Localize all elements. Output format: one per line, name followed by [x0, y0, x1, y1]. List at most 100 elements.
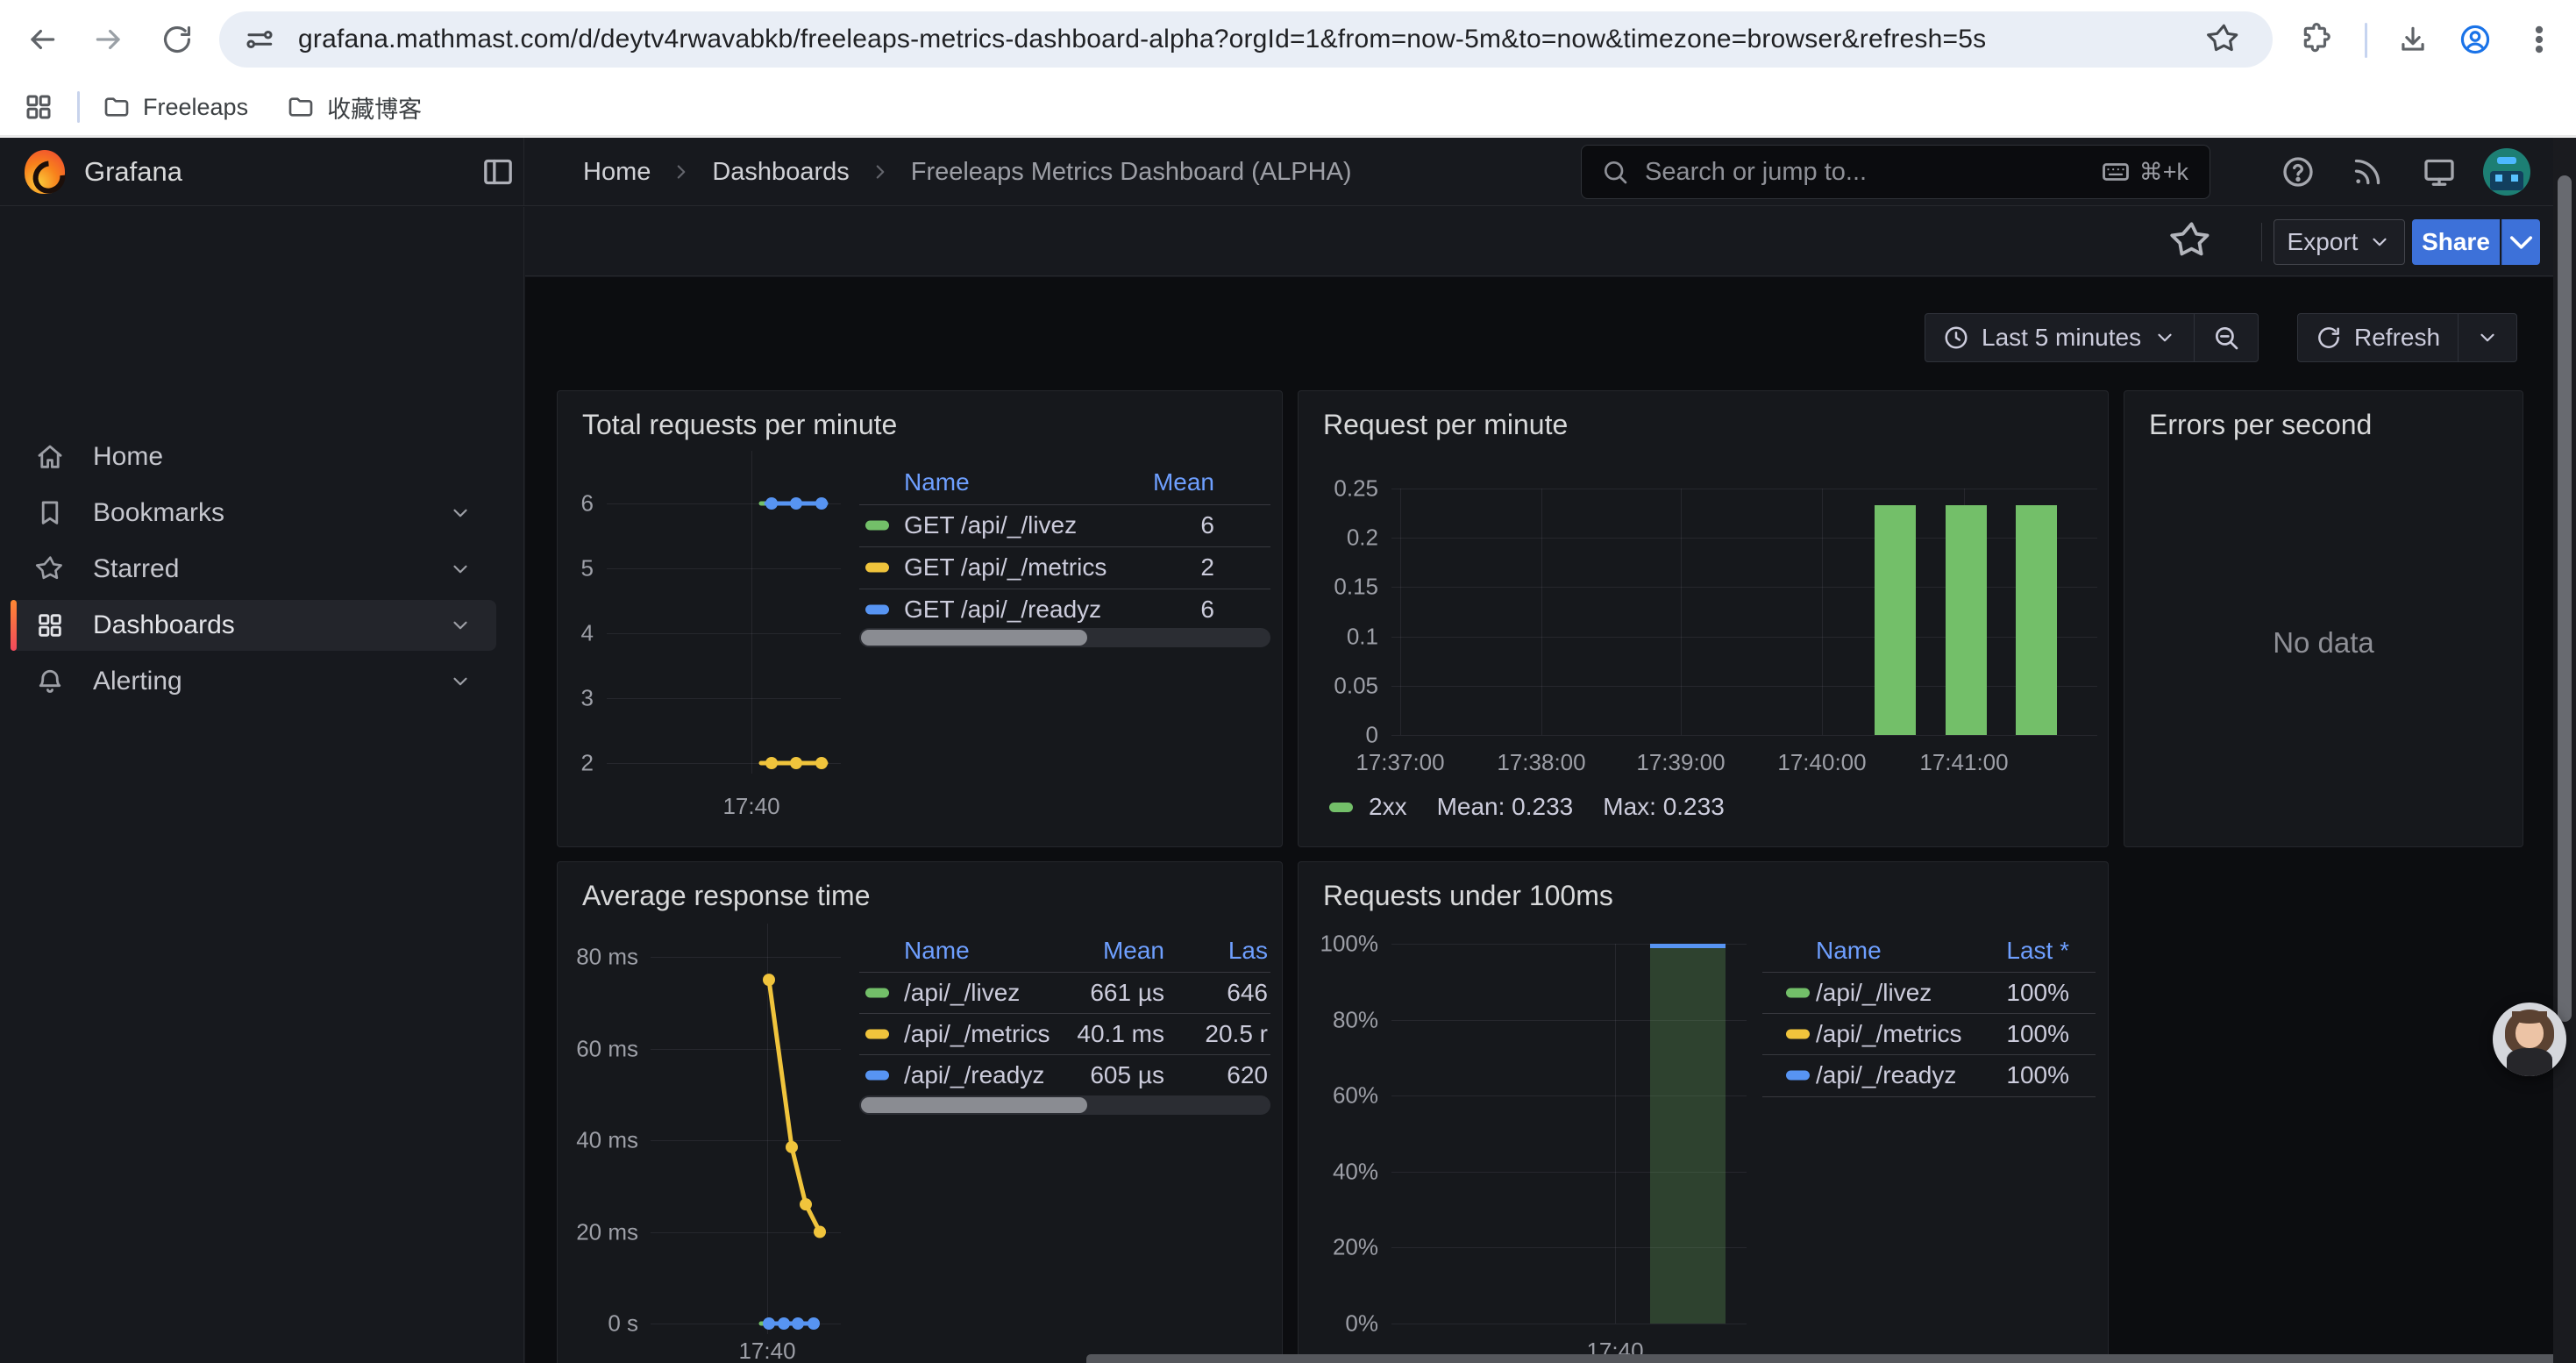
sidebar-item-alerting[interactable]: Alerting [11, 656, 496, 707]
panel-request-per-minute[interactable]: Request per minute 0.250.20.150.10.05017… [1298, 390, 2109, 847]
search-placeholder: Search or jump to... [1645, 158, 2101, 187]
legend-series-name[interactable]: GET /api/_/readyz [904, 596, 1101, 624]
refresh-button[interactable]: Refresh [2298, 314, 2458, 361]
legend-scrollbar[interactable] [859, 1095, 1270, 1115]
bar-2xx[interactable] [1875, 505, 1916, 735]
back-icon[interactable] [23, 20, 61, 59]
site-controls-icon[interactable] [244, 24, 275, 55]
sidebar-item-bookmarks[interactable]: Bookmarks [11, 488, 496, 539]
share-button[interactable]: Share [2412, 219, 2500, 265]
bookmark-folder-blogs[interactable]: 收藏博客 [287, 90, 422, 125]
legend-series-color[interactable] [865, 988, 889, 998]
sidebar-item-home[interactable]: Home [11, 432, 496, 482]
legend-separator [1762, 972, 2096, 973]
apps-grid-icon[interactable] [23, 91, 54, 123]
legend-series-color[interactable] [865, 605, 889, 615]
scrollbar-thumb[interactable] [2558, 175, 2572, 1022]
legend-series-color[interactable] [865, 1071, 889, 1081]
panel-total-requests-per-minute[interactable]: Total requests per minute 6543217:40Name… [557, 390, 1283, 847]
sidebar-toggle-icon[interactable] [480, 154, 516, 189]
legend-scrollbar-thumb[interactable] [861, 630, 1087, 646]
bookmark-folder-freeleaps[interactable]: Freeleaps [103, 93, 248, 121]
legend-series-name[interactable]: /api/_/livez [1816, 979, 1932, 1007]
legend-header-last[interactable]: Last * [2006, 937, 2069, 965]
sidebar-item-dashboards[interactable]: Dashboards [11, 600, 496, 651]
sidebar-item-starred[interactable]: Starred [11, 544, 496, 595]
bookmark-star-icon[interactable] [2206, 22, 2241, 57]
legend-series-name[interactable]: GET /api/_/metrics [904, 553, 1107, 582]
y-axis-tick: 0.25 [1299, 475, 1378, 503]
page-scrollbar[interactable] [2553, 138, 2576, 1363]
legend-series-name[interactable]: GET /api/_/livez [904, 511, 1077, 539]
url-bar[interactable]: grafana.mathmast.com/d/deytv4rwavabkb/fr… [219, 11, 2273, 68]
panel-title[interactable]: Errors per second [2149, 409, 2372, 441]
browser-menu-icon[interactable] [2520, 20, 2558, 59]
user-avatar[interactable] [2483, 148, 2530, 196]
legend-header-last[interactable]: Las [1228, 937, 1268, 965]
legend-series-name[interactable]: 2xx [1369, 793, 1407, 821]
legend-header-mean[interactable]: Mean [1153, 468, 1214, 496]
legend-header-name[interactable]: Name [904, 937, 970, 965]
legend-series-color[interactable] [1786, 988, 1810, 998]
legend-header-mean[interactable]: Mean [1103, 937, 1164, 965]
share-menu-button[interactable] [2501, 219, 2540, 265]
help-icon[interactable] [2281, 154, 2316, 189]
bar-under-100ms[interactable] [1650, 944, 1726, 1324]
legend-series-name[interactable]: /api/_/metrics [1816, 1020, 1962, 1048]
export-button[interactable]: Export [2274, 219, 2405, 265]
legend-scrollbar[interactable] [859, 628, 1270, 647]
legend-series-color[interactable] [1786, 1030, 1810, 1039]
breadcrumb-home[interactable]: Home [583, 158, 651, 187]
bookmark-folder-label: 收藏博客 [327, 90, 422, 125]
data-point [790, 497, 802, 510]
legend-separator [1762, 1054, 2096, 1055]
legend-series-color[interactable] [865, 521, 889, 531]
folder-icon [103, 93, 131, 121]
panel-errors-per-second[interactable]: Errors per second No data [2124, 390, 2523, 847]
horizontal-scrollbar[interactable] [1086, 1354, 2576, 1363]
y-axis-tick: 60% [1299, 1082, 1378, 1110]
legend-series-name[interactable]: /api/_/livez [904, 979, 1020, 1007]
gridline [1400, 489, 1401, 735]
display-icon[interactable] [2422, 154, 2457, 189]
legend-header-name[interactable]: Name [1816, 937, 1882, 965]
panel-title[interactable]: Request per minute [1323, 409, 1568, 441]
bar-2xx[interactable] [1946, 505, 1987, 735]
panel-requests-under-100ms[interactable]: Requests under 100ms 100%80%60%40%20%0%1… [1298, 861, 2109, 1363]
sidebar-item-label: Dashboards [93, 610, 447, 640]
legend-header-name[interactable]: Name [904, 468, 970, 496]
legend-series-color[interactable] [1329, 803, 1353, 812]
legend-series-color[interactable] [1786, 1071, 1810, 1081]
panel-title[interactable]: Requests under 100ms [1323, 880, 1613, 912]
forward-icon[interactable] [89, 20, 128, 59]
y-axis-tick: 0 [1299, 722, 1378, 749]
search-input[interactable]: Search or jump to... ⌘+k [1581, 145, 2210, 199]
news-rss-icon[interactable] [2350, 154, 2385, 189]
reload-icon[interactable] [158, 20, 196, 59]
profile-icon[interactable] [2456, 20, 2494, 59]
favorite-dashboard-icon[interactable] [2169, 219, 2213, 263]
panel-average-response-time[interactable]: Average response time 80 ms60 ms40 ms20 … [557, 861, 1283, 1363]
grafana-logo[interactable] [25, 150, 65, 194]
legend-series-name[interactable]: /api/_/metrics [904, 1020, 1050, 1048]
y-axis-tick: 40% [1299, 1158, 1378, 1185]
data-point [765, 497, 778, 510]
legend-series-color[interactable] [865, 1030, 889, 1039]
downloads-icon[interactable] [2394, 20, 2432, 59]
extensions-icon[interactable] [2297, 20, 2336, 59]
url-text[interactable]: grafana.mathmast.com/d/deytv4rwavabkb/fr… [298, 25, 2206, 54]
y-axis-tick: 20% [1299, 1234, 1378, 1261]
sidebar-item-label: Bookmarks [93, 498, 447, 528]
assistant-avatar-overlay[interactable] [2493, 1003, 2566, 1076]
time-range-picker[interactable]: Last 5 minutes [1925, 314, 2194, 361]
legend-series-name[interactable]: /api/_/readyz [904, 1061, 1044, 1089]
legend-series-name[interactable]: /api/_/readyz [1816, 1061, 1956, 1089]
refresh-interval-button[interactable] [2459, 314, 2516, 361]
legend-series-last: 20.5 r [1205, 1020, 1268, 1048]
bar-2xx[interactable] [2016, 505, 2057, 735]
legend-scrollbar-thumb[interactable] [861, 1097, 1087, 1113]
legend-series-color[interactable] [865, 563, 889, 573]
grafana-header-left: Grafana [0, 138, 524, 205]
zoom-out-button[interactable] [2195, 314, 2258, 361]
breadcrumb-dashboards[interactable]: Dashboards [712, 158, 849, 187]
